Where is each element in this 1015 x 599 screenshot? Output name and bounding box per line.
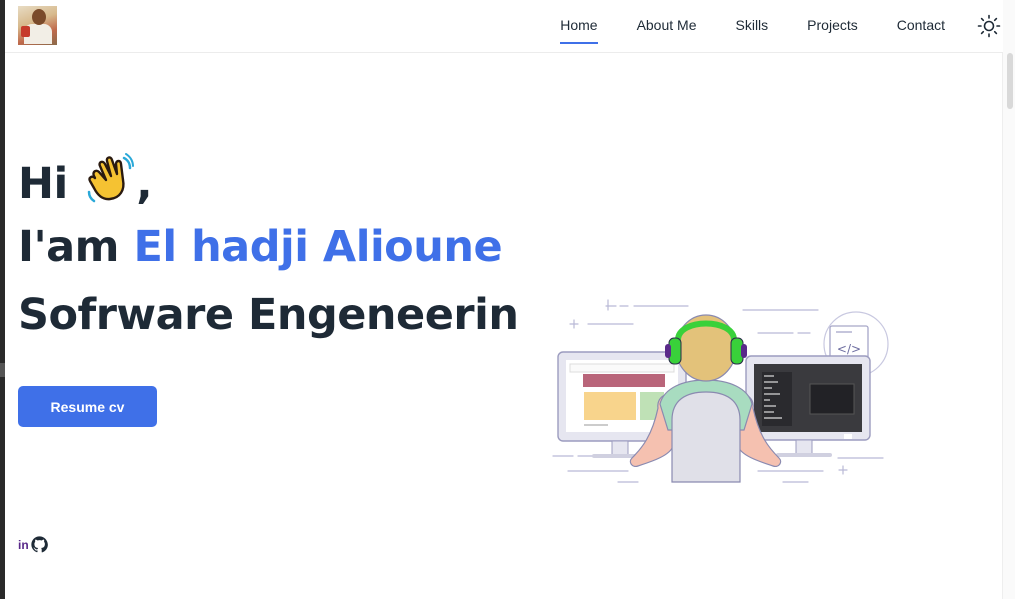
role-line: Sofrware Engeneering (18, 290, 520, 340)
nav-home[interactable]: Home (560, 0, 598, 52)
nav-contact[interactable]: Contact (897, 0, 945, 52)
greeting-line: Hi , (18, 152, 153, 209)
nav-skills[interactable]: Skills (736, 0, 769, 52)
social-links: in (18, 536, 48, 553)
waving-hand-icon (87, 153, 135, 203)
nav-projects[interactable]: Projects (807, 0, 858, 52)
logo-face (32, 9, 46, 25)
greeting-suffix: , (136, 159, 153, 209)
sun-icon[interactable] (977, 14, 1001, 38)
resume-cv-button[interactable]: Resume cv (18, 386, 157, 427)
logo-mug (21, 26, 30, 37)
profile-logo[interactable] (18, 6, 57, 45)
window-left-edge-marker (0, 363, 5, 377)
role-text: Sofrware Engeneering (18, 290, 520, 340)
intro-prefix: I'am (18, 222, 120, 272)
nav-about[interactable]: About Me (637, 0, 697, 52)
window-left-edge (0, 0, 5, 599)
linkedin-icon[interactable]: in (18, 538, 29, 552)
intro-line: I'am El hadji Alioune (18, 222, 503, 272)
scrollbar[interactable] (1002, 0, 1015, 599)
svg-text:</>: </> (837, 342, 861, 356)
greeting-text: Hi (18, 159, 68, 209)
github-icon[interactable] (31, 536, 48, 553)
main-nav: Home About Me Skills Projects Contact (521, 0, 945, 52)
developer-illustration: </> (552, 299, 889, 483)
person-name: El hadji Alioune (133, 222, 503, 272)
site-header: Home About Me Skills Projects Contact (5, 0, 1003, 53)
scrollbar-thumb[interactable] (1007, 53, 1013, 109)
